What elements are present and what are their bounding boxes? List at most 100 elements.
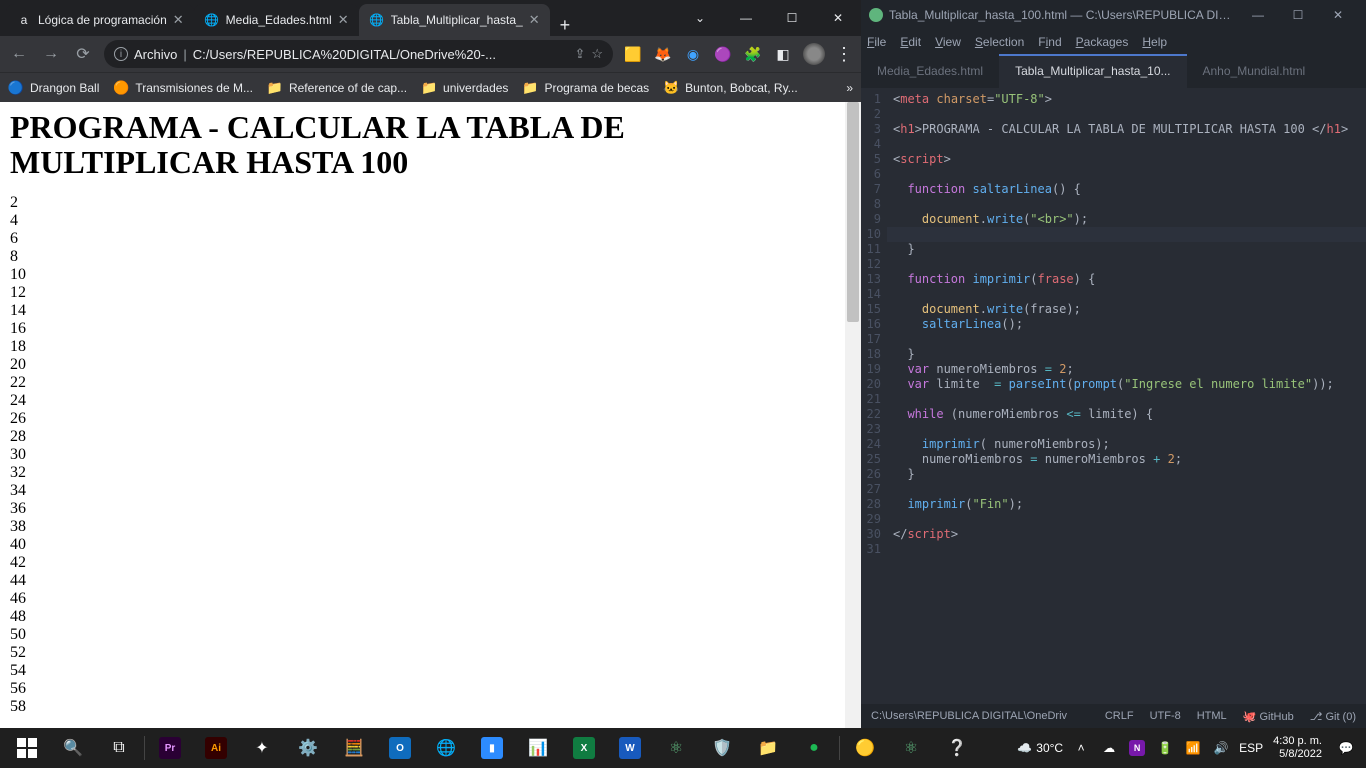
tray-battery-icon[interactable]: 🔋 <box>1155 741 1175 755</box>
chrome-tab-2[interactable]: 🌐 Tabla_Multiplicar_hasta_ ✕ <box>359 4 550 36</box>
taskbar-app-security[interactable]: 🛡️ <box>699 728 745 768</box>
taskbar-app-spotify[interactable]: ● <box>791 728 837 768</box>
code-area[interactable]: <meta charset="UTF-8"> <h1>PROGRAMA - CA… <box>887 88 1366 704</box>
menu-find[interactable]: Find <box>1038 35 1061 49</box>
forward-button[interactable]: → <box>40 45 62 63</box>
output-line: 2 <box>10 194 835 212</box>
tray-volume-icon[interactable]: 🔊 <box>1211 741 1231 755</box>
taskbar-app-explorer[interactable]: 📁 <box>745 728 791 768</box>
bookmark-item[interactable]: 📁Reference of de cap... <box>267 80 407 96</box>
tray-language[interactable]: ESP <box>1239 741 1259 755</box>
bookmark-item[interactable]: 🟠Transmisiones de M... <box>113 80 253 96</box>
extension-icon[interactable]: ◉ <box>683 44 703 64</box>
tray-onenote-icon[interactable]: N <box>1127 740 1147 756</box>
search-button[interactable]: 🔍 <box>50 728 96 768</box>
close-icon[interactable]: ✕ <box>338 12 349 28</box>
close-icon[interactable]: ✕ <box>173 12 184 28</box>
close-button[interactable]: ✕ <box>1318 8 1358 22</box>
atom-tab-1[interactable]: Tabla_Multiplicar_hasta_10... <box>999 54 1186 88</box>
output-line: 8 <box>10 248 835 266</box>
bookmark-item[interactable]: 🔵Drangon Ball <box>8 80 99 96</box>
start-button[interactable] <box>4 728 50 768</box>
site-info-icon[interactable]: i <box>114 47 128 61</box>
taskbar-app-excel[interactable]: X <box>561 728 607 768</box>
chrome-tab-0[interactable]: a Lógica de programación ✕ <box>6 4 194 36</box>
star-icon[interactable]: ☆ <box>591 46 603 62</box>
output-line: 54 <box>10 662 835 680</box>
taskbar-app-calculator[interactable]: 🧮 <box>331 728 377 768</box>
chrome-menu-button[interactable]: ⋮ <box>835 44 853 65</box>
taskbar-app-atom-2[interactable]: ⚛ <box>888 728 934 768</box>
bookmarks-overflow-button[interactable]: » <box>846 81 853 95</box>
share-icon[interactable]: ⇪ <box>574 46 585 62</box>
maximize-button[interactable]: ☐ <box>1278 8 1318 22</box>
close-button[interactable]: ✕ <box>815 3 861 33</box>
minimize-button[interactable]: — <box>1238 8 1278 22</box>
menu-view[interactable]: View <box>935 35 961 49</box>
atom-tab-0[interactable]: Media_Edades.html <box>861 54 999 88</box>
taskbar-app-settings[interactable]: ⚙️ <box>285 728 331 768</box>
taskbar-app-help[interactable]: ❔ <box>934 728 980 768</box>
status-git[interactable]: ⎇ Git (0) <box>1310 710 1356 723</box>
chrome-viewport: PROGRAMA - CALCULAR LA TABLA DE MULTIPLI… <box>0 102 861 728</box>
tray-wifi-icon[interactable]: 📶 <box>1183 741 1203 755</box>
line-gutter: 1234567891011121314151617181920212223242… <box>861 88 887 704</box>
bookmark-item[interactable]: 📁Programa de becas <box>522 80 649 96</box>
output-line: 52 <box>10 644 835 662</box>
status-eol[interactable]: CRLF <box>1105 710 1134 722</box>
reload-button[interactable]: ⟳ <box>72 44 94 64</box>
weather-widget[interactable]: ☁️ 30°C <box>1017 741 1063 755</box>
side-panel-icon[interactable]: ◧ <box>773 44 793 64</box>
close-icon[interactable]: ✕ <box>529 12 540 28</box>
back-button[interactable]: ← <box>8 45 30 63</box>
profile-avatar[interactable] <box>803 43 825 65</box>
extension-icon[interactable]: 🟣 <box>713 44 733 64</box>
output-line: 48 <box>10 608 835 626</box>
menu-help[interactable]: Help <box>1142 35 1167 49</box>
chrome-tab-1[interactable]: 🌐 Media_Edades.html ✕ <box>194 4 359 36</box>
tray-clock[interactable]: 4:30 p. m. 5/8/2022 <box>1267 735 1328 761</box>
status-github[interactable]: 🐙 GitHub <box>1243 710 1294 723</box>
status-language[interactable]: HTML <box>1197 710 1227 722</box>
minimize-button[interactable]: — <box>723 3 769 33</box>
atom-tab-2[interactable]: Anho_Mundial.html <box>1187 54 1322 88</box>
menu-file[interactable]: File <box>867 35 886 49</box>
status-path[interactable]: C:\Users\REPUBLICA DIGITAL\OneDriv <box>871 710 1089 722</box>
output-line: 42 <box>10 554 835 572</box>
bookmark-item[interactable]: 📁univerdades <box>421 80 508 96</box>
address-bar[interactable]: i Archivo | C:/Users/REPUBLICA%20DIGITAL… <box>104 40 613 68</box>
tray-chevron-icon[interactable]: ˄ <box>1071 741 1091 755</box>
extension-icon[interactable]: 🟨 <box>623 44 643 64</box>
taskbar-app-stats[interactable]: 📊 <box>515 728 561 768</box>
taskbar-app-atom[interactable]: ⚛ <box>653 728 699 768</box>
tray-notifications-icon[interactable]: 💬 <box>1336 741 1356 755</box>
menu-selection[interactable]: Selection <box>975 35 1024 49</box>
tab-label: Lógica de programación <box>38 13 167 27</box>
atom-editor[interactable]: 1234567891011121314151617181920212223242… <box>861 88 1366 704</box>
tab-search-icon[interactable]: ⌄ <box>677 3 723 33</box>
taskbar-app-premiere[interactable]: Pr <box>147 728 193 768</box>
taskbar-app-word[interactable]: W <box>607 728 653 768</box>
taskbar-app-outlook[interactable]: O <box>377 728 423 768</box>
taskbar-app-filmora[interactable]: ✦ <box>239 728 285 768</box>
task-view-button[interactable]: ⧉ <box>96 728 142 768</box>
extensions-menu-icon[interactable]: 🧩 <box>743 44 763 64</box>
vertical-scrollbar[interactable] <box>845 102 861 728</box>
taskbar-app-edge[interactable]: 🌐 <box>423 728 469 768</box>
status-encoding[interactable]: UTF-8 <box>1150 710 1181 722</box>
bookmark-label: Transmisiones de M... <box>135 81 253 95</box>
output-line: 6 <box>10 230 835 248</box>
taskbar-app-chrome[interactable]: 🟡 <box>842 728 888 768</box>
taskbar-app-zoom[interactable]: ▮ <box>469 728 515 768</box>
output-line: 32 <box>10 464 835 482</box>
taskbar-app-illustrator[interactable]: Ai <box>193 728 239 768</box>
maximize-button[interactable]: ☐ <box>769 3 815 33</box>
bookmark-label: Reference of de cap... <box>289 81 407 95</box>
menu-packages[interactable]: Packages <box>1076 35 1129 49</box>
bookmark-item[interactable]: 🐱Bunton, Bobcat, Ry... <box>663 80 798 96</box>
extension-icon[interactable]: 🦊 <box>653 44 673 64</box>
menu-edit[interactable]: Edit <box>900 35 921 49</box>
tray-onedrive-icon[interactable]: ☁ <box>1099 741 1119 755</box>
new-tab-button[interactable]: + <box>550 15 581 36</box>
scrollbar-thumb[interactable] <box>847 102 859 322</box>
